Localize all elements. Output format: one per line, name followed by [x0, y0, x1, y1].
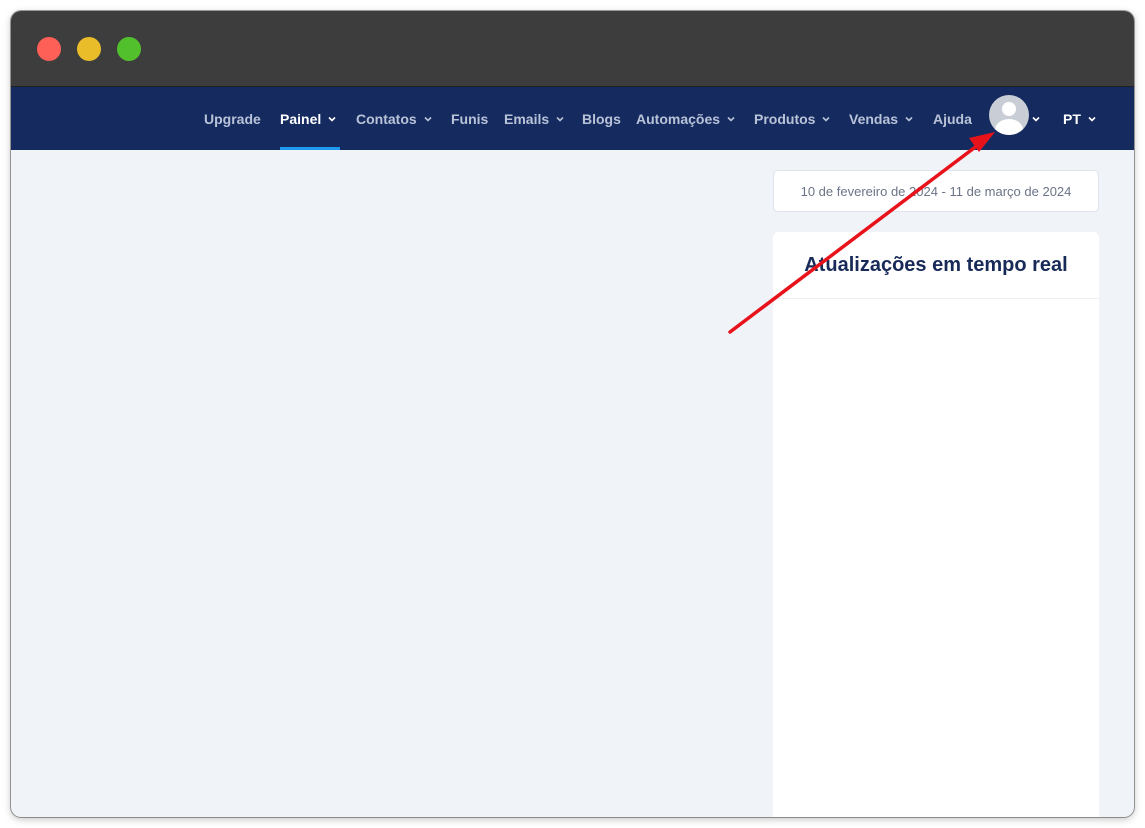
nav-item-funis[interactable]: Funis	[451, 87, 488, 150]
nav-item-emails[interactable]: Emails	[504, 87, 565, 150]
user-avatar[interactable]	[989, 95, 1029, 135]
close-window-button[interactable]	[37, 37, 61, 61]
chevron-down-icon	[822, 116, 831, 122]
nav-item-label: Painel	[280, 110, 322, 127]
language-label: PT	[1063, 110, 1081, 127]
chevron-down-icon	[328, 116, 336, 122]
nav-item-label: Funis	[451, 110, 489, 127]
chevron-down-icon	[424, 116, 432, 122]
language-selector[interactable]: PT	[1063, 87, 1097, 150]
chevron-down-icon	[1032, 116, 1040, 122]
chevron-down-icon	[905, 116, 913, 122]
nav-item-produtos[interactable]: Produtos	[754, 87, 831, 150]
avatar-body	[995, 119, 1023, 135]
nav-item-label: Blogs	[582, 110, 621, 127]
active-tab-indicator	[280, 147, 340, 150]
date-range-text: 10 de fevereiro de 2024 - 11 de março de…	[800, 183, 1072, 199]
card-title: Atualizações em tempo real	[804, 253, 1068, 276]
browser-window: Upgrade Painel Contatos Funis Emails Blo…	[11, 11, 1134, 817]
realtime-updates-card: Atualizações em tempo real	[773, 232, 1099, 817]
maximize-window-button[interactable]	[117, 37, 141, 61]
nav-item-label: Produtos	[754, 110, 816, 127]
top-navbar: Upgrade Painel Contatos Funis Emails Blo…	[11, 87, 1134, 150]
nav-item-label: Ajuda	[933, 110, 972, 127]
nav-item-label: Contatos	[356, 110, 417, 127]
chevron-down-icon	[1088, 116, 1096, 122]
nav-item-blogs[interactable]: Blogs	[582, 87, 621, 150]
nav-item-label: Emails	[504, 110, 550, 127]
avatar-menu-toggle[interactable]	[1031, 87, 1041, 150]
chevron-down-icon	[556, 116, 564, 122]
nav-item-upgrade[interactable]: Upgrade	[204, 87, 261, 150]
nav-item-contatos[interactable]: Contatos	[356, 87, 433, 150]
chevron-down-icon	[727, 116, 735, 122]
nav-item-automacoes[interactable]: Automações	[636, 87, 736, 150]
nav-item-painel[interactable]: Painel	[280, 87, 337, 150]
nav-item-vendas[interactable]: Vendas	[849, 87, 914, 150]
date-range-picker[interactable]: 10 de fevereiro de 2024 - 11 de março de…	[773, 170, 1099, 212]
minimize-window-button[interactable]	[77, 37, 101, 61]
avatar-head	[1002, 102, 1016, 116]
nav-item-label: Upgrade	[204, 110, 261, 127]
nav-item-ajuda[interactable]: Ajuda	[933, 87, 972, 150]
card-header: Atualizações em tempo real	[773, 232, 1099, 299]
window-titlebar	[11, 11, 1134, 87]
nav-item-label: Vendas	[849, 110, 899, 127]
nav-item-label: Automações	[636, 110, 721, 127]
